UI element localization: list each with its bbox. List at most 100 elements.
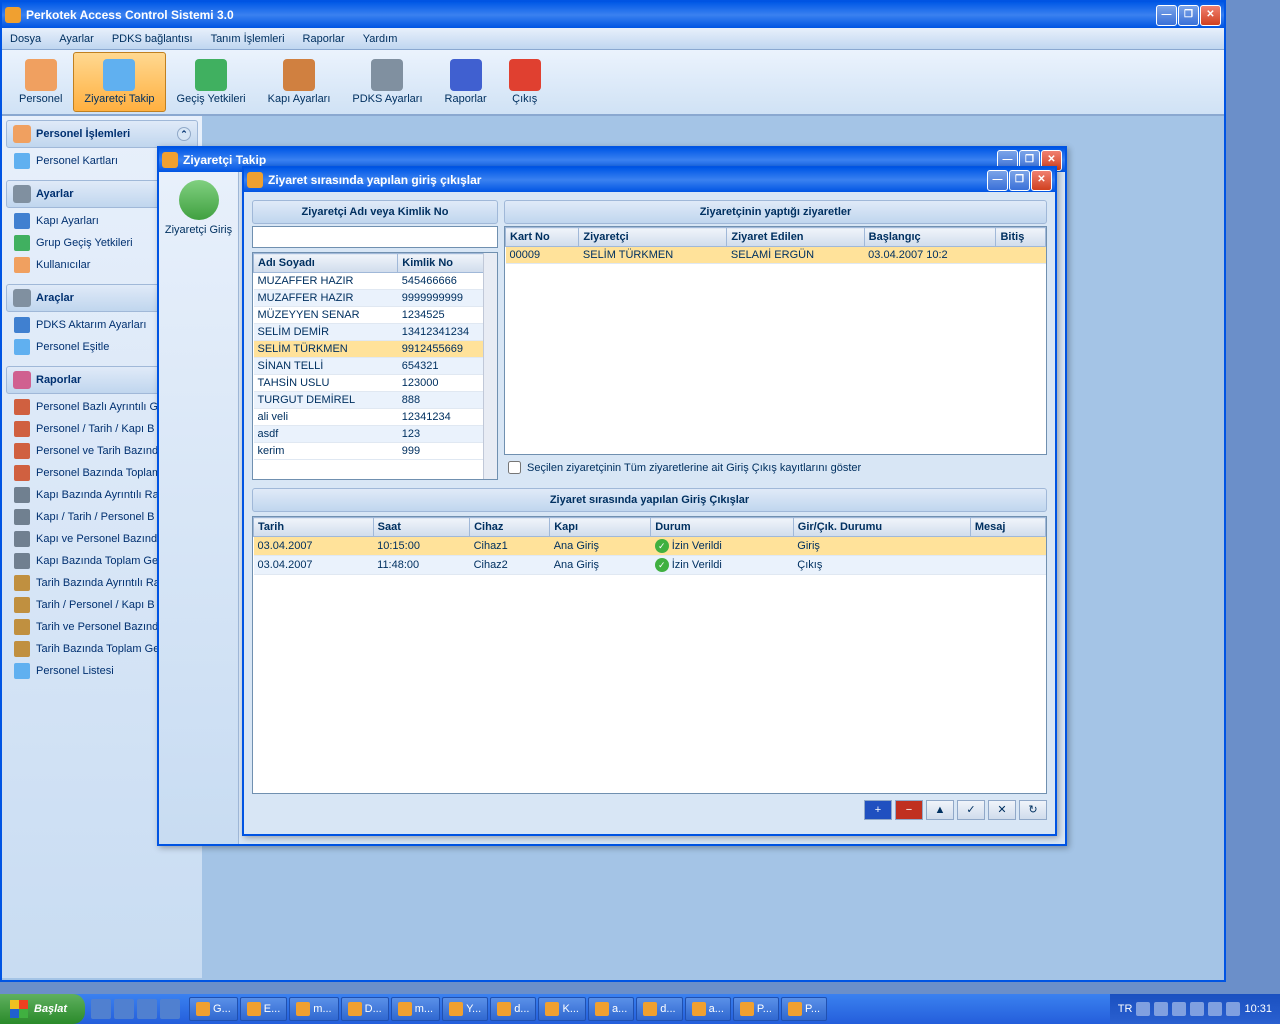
- table-cell: 12341234: [398, 409, 497, 426]
- check-icon: ✓: [655, 558, 669, 572]
- tray-icon[interactable]: [1208, 1002, 1222, 1016]
- table-row[interactable]: TAHSİN USLU123000: [254, 375, 497, 392]
- table-row[interactable]: TURGUT DEMİREL888: [254, 392, 497, 409]
- minimize-button[interactable]: —: [1156, 5, 1177, 26]
- quick-launch-icon[interactable]: [91, 999, 111, 1019]
- taskbar-task[interactable]: E...: [240, 997, 288, 1021]
- menu-item[interactable]: Ayarlar: [59, 33, 94, 45]
- taskbar-task[interactable]: K...: [538, 997, 586, 1021]
- item-label: Kullanıcılar: [36, 259, 90, 271]
- column-header[interactable]: Durum: [651, 518, 794, 537]
- zt-side-label[interactable]: Ziyaretçi Giriş: [163, 224, 234, 236]
- menu-item[interactable]: PDKS bağlantısı: [112, 33, 193, 45]
- table-row[interactable]: kerim999: [254, 443, 497, 460]
- menu-item[interactable]: Dosya: [10, 33, 41, 45]
- column-header[interactable]: Kimlik No: [398, 254, 497, 273]
- quick-launch-icon[interactable]: [160, 999, 180, 1019]
- nav-refresh-button[interactable]: ↻: [1019, 800, 1047, 820]
- toolbar-icon: [195, 59, 227, 91]
- taskbar-task[interactable]: Y...: [442, 997, 488, 1021]
- table-row[interactable]: SİNAN TELLİ654321: [254, 358, 497, 375]
- close-button[interactable]: ✕: [1200, 5, 1221, 26]
- column-header[interactable]: Bitiş: [996, 228, 1046, 247]
- column-header[interactable]: Başlangıç: [864, 228, 996, 247]
- people-table[interactable]: Adı SoyadıKimlik NoMUZAFFER HAZIR5454666…: [252, 252, 498, 480]
- search-input[interactable]: [252, 226, 498, 248]
- table-row[interactable]: ali veli12341234: [254, 409, 497, 426]
- table-row[interactable]: SELİM DEMİR13412341234: [254, 324, 497, 341]
- nav-up-button[interactable]: ▲: [926, 800, 954, 820]
- tray-icon[interactable]: [1172, 1002, 1186, 1016]
- column-header[interactable]: Tarih: [254, 518, 374, 537]
- people-scrollbar[interactable]: [483, 253, 497, 479]
- nav-cancel-button[interactable]: ✕: [988, 800, 1016, 820]
- show-all-checkbox[interactable]: [508, 461, 521, 474]
- menu-item[interactable]: Yardım: [363, 33, 398, 45]
- taskbar-task[interactable]: m...: [391, 997, 440, 1021]
- taskbar-task[interactable]: P...: [733, 997, 779, 1021]
- toolbar-pdks-ayarları[interactable]: PDKS Ayarları: [341, 52, 433, 112]
- toolbar-raporlar[interactable]: Raporlar: [434, 52, 498, 112]
- table-row[interactable]: asdf123: [254, 426, 497, 443]
- column-header[interactable]: Kart No: [506, 228, 579, 247]
- task-label: d...: [660, 1003, 675, 1015]
- column-header[interactable]: Gir/Çık. Durumu: [793, 518, 970, 537]
- toolbar-label: Personel: [19, 93, 62, 105]
- tray-icon[interactable]: [1190, 1002, 1204, 1016]
- taskbar-task[interactable]: d...: [636, 997, 682, 1021]
- column-header[interactable]: Mesaj: [970, 518, 1045, 537]
- table-row[interactable]: MUZAFFER HAZIR9999999999: [254, 290, 497, 307]
- quick-launch-icon[interactable]: [114, 999, 134, 1019]
- column-header[interactable]: Saat: [373, 518, 469, 537]
- io-table-container[interactable]: TarihSaatCihazKapıDurumGir/Çık. DurumuMe…: [252, 516, 1047, 794]
- taskbar-task[interactable]: d...: [490, 997, 536, 1021]
- taskbar-task[interactable]: P...: [781, 997, 827, 1021]
- start-button[interactable]: Başlat: [0, 994, 85, 1024]
- gc-maximize-button[interactable]: ❐: [1009, 170, 1030, 191]
- table-cell: 03.04.2007: [254, 556, 374, 575]
- column-header[interactable]: Ziyaret Edilen: [727, 228, 864, 247]
- taskbar-task[interactable]: a...: [588, 997, 634, 1021]
- gc-close-button[interactable]: ✕: [1031, 170, 1052, 191]
- table-row[interactable]: 03.04.200711:48:00Cihaz2Ana Giriş✓İzin V…: [254, 556, 1046, 575]
- table-row[interactable]: 00009SELİM TÜRKMENSELAMİ ERGÜN03.04.2007…: [506, 247, 1046, 264]
- tray-icon[interactable]: [1226, 1002, 1240, 1016]
- gc-left-header: Ziyaretçi Adı veya Kimlik No: [252, 200, 498, 224]
- tray-icon[interactable]: [1136, 1002, 1150, 1016]
- taskbar-task[interactable]: a...: [685, 997, 731, 1021]
- menu-item[interactable]: Raporlar: [303, 33, 345, 45]
- gc-minimize-button[interactable]: —: [987, 170, 1008, 191]
- column-header[interactable]: Kapı: [550, 518, 651, 537]
- maximize-button[interactable]: ❐: [1178, 5, 1199, 26]
- sidebar-group-header[interactable]: Personel İşlemleri⌃: [6, 120, 198, 148]
- item-label: Personel Listesi: [36, 665, 114, 677]
- nav-delete-button[interactable]: −: [895, 800, 923, 820]
- toolbar-personel[interactable]: Personel: [8, 52, 73, 112]
- table-cell: ✓İzin Verildi: [651, 537, 794, 556]
- menubar: Dosya Ayarlar PDKS bağlantısı Tanım İşlemle…: [2, 28, 1224, 50]
- item-icon: [14, 575, 30, 591]
- tray-icon[interactable]: [1154, 1002, 1168, 1016]
- toolbar-ziyaretçi-takip[interactable]: Ziyaretçi Takip: [73, 52, 165, 112]
- column-header[interactable]: Adı Soyadı: [254, 254, 398, 273]
- table-row[interactable]: 03.04.200710:15:00Cihaz1Ana Giriş✓İzin V…: [254, 537, 1046, 556]
- table-row[interactable]: MÜZEYYEN SENAR1234525: [254, 307, 497, 324]
- taskbar-task[interactable]: D...: [341, 997, 389, 1021]
- toolbar-kapı-ayarları[interactable]: Kapı Ayarları: [257, 52, 342, 112]
- show-all-checkbox-row: Seçilen ziyaretçinin Tüm ziyaretlerine a…: [504, 455, 1047, 480]
- column-header[interactable]: Cihaz: [470, 518, 550, 537]
- column-header[interactable]: Ziyaretçi: [579, 228, 727, 247]
- quick-launch-icon[interactable]: [137, 999, 157, 1019]
- table-row[interactable]: MUZAFFER HAZIR545466666: [254, 273, 497, 290]
- table-row[interactable]: SELİM TÜRKMEN9912455669: [254, 341, 497, 358]
- menu-item[interactable]: Tanım İşlemleri: [211, 33, 285, 45]
- taskbar-task[interactable]: m...: [289, 997, 338, 1021]
- nav-add-button[interactable]: +: [864, 800, 892, 820]
- nav-confirm-button[interactable]: ✓: [957, 800, 985, 820]
- taskbar-task[interactable]: G...: [189, 997, 238, 1021]
- language-indicator[interactable]: TR: [1118, 1003, 1133, 1015]
- toolbar-çıkış[interactable]: Çıkış: [498, 52, 552, 112]
- clock[interactable]: 10:31: [1244, 1003, 1272, 1015]
- visits-table[interactable]: Kart NoZiyaretçiZiyaret EdilenBaşlangıçB…: [504, 226, 1047, 455]
- toolbar-geçiş-yetkileri[interactable]: Geçiş Yetkileri: [166, 52, 257, 112]
